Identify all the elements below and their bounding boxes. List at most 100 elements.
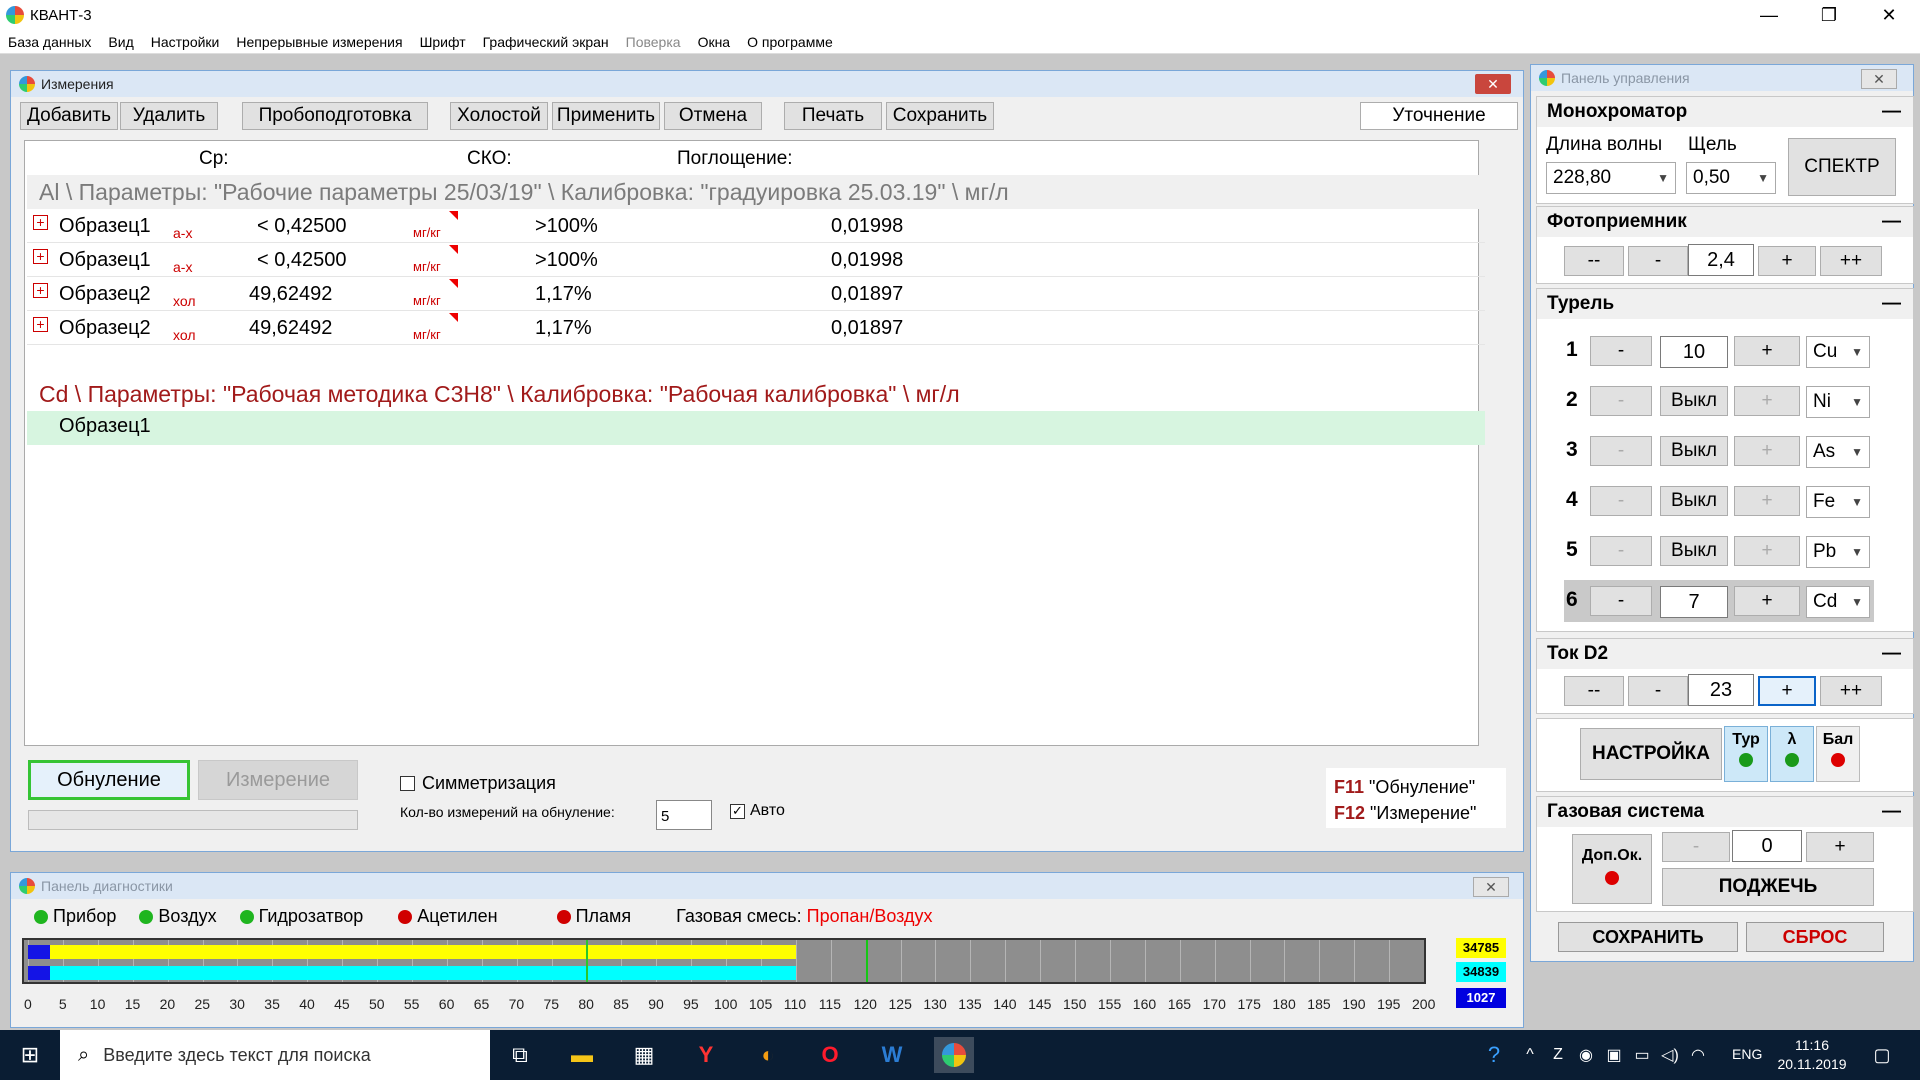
ignite-button[interactable]: ПОДЖЕЧЬ bbox=[1662, 868, 1874, 906]
group-header-cd[interactable]: Cd \ Параметры: "Рабочая методика C3H8" … bbox=[27, 377, 1485, 411]
turret-element-select[interactable]: Cd ▼ bbox=[1806, 586, 1870, 618]
gas-inc-button[interactable]: + bbox=[1806, 832, 1874, 862]
turret-element-select[interactable]: Fe ▼ bbox=[1806, 486, 1870, 518]
photo-value[interactable]: 2,4 bbox=[1688, 244, 1754, 276]
setup-button[interactable]: НАСТРОЙКА bbox=[1580, 728, 1722, 780]
photo-inc2-button[interactable]: ++ bbox=[1820, 246, 1882, 276]
menu-about[interactable]: О программе bbox=[747, 34, 833, 50]
refine-button[interactable]: Уточнение bbox=[1360, 102, 1518, 130]
menu-graphic[interactable]: Графический экран bbox=[483, 34, 609, 50]
menu-database[interactable]: База данных bbox=[8, 34, 91, 50]
expand-icon[interactable]: + bbox=[33, 317, 48, 332]
d2-inc2-button[interactable]: ++ bbox=[1820, 676, 1882, 706]
turret-element-select[interactable]: Pb ▼ bbox=[1806, 536, 1870, 568]
slit-select[interactable]: 0,50 ▼ bbox=[1686, 162, 1776, 194]
turret-off-button[interactable]: Выкл bbox=[1660, 536, 1728, 566]
blank-button[interactable]: Холостой bbox=[450, 102, 548, 130]
notifications-icon[interactable]: ▢ bbox=[1862, 1037, 1902, 1073]
expand-icon[interactable]: + bbox=[33, 283, 48, 298]
d2-dec-button[interactable]: - bbox=[1628, 676, 1688, 706]
expand-icon[interactable]: + bbox=[33, 215, 48, 230]
yandex-browser-icon[interactable]: Y bbox=[686, 1037, 726, 1073]
menu-font[interactable]: Шрифт bbox=[420, 34, 466, 50]
close-icon[interactable]: ✕ bbox=[1866, 0, 1912, 30]
photo-inc-button[interactable]: + bbox=[1758, 246, 1816, 276]
menu-view[interactable]: Вид bbox=[108, 34, 133, 50]
chat-app-icon[interactable]: ◐ bbox=[748, 1037, 788, 1073]
count-input[interactable]: 5 bbox=[656, 800, 712, 830]
collapse-icon[interactable]: — bbox=[1882, 101, 1901, 123]
panel-save-button[interactable]: СОХРАНИТЬ bbox=[1558, 922, 1738, 952]
table-row-selected[interactable]: Образец1 bbox=[27, 411, 1485, 445]
turret-dec-button[interactable]: - bbox=[1590, 586, 1652, 616]
balance-indicator[interactable]: Бал bbox=[1816, 726, 1860, 782]
minimize-icon[interactable]: — bbox=[1746, 0, 1792, 30]
opera-icon[interactable]: O bbox=[810, 1037, 850, 1073]
turret-element-select[interactable]: Cu ▼ bbox=[1806, 336, 1870, 368]
extra-oxidizer-button[interactable]: Доп.Ок. bbox=[1572, 834, 1652, 904]
language-indicator[interactable]: ENG bbox=[1732, 1046, 1762, 1062]
group-header-al[interactable]: Al \ Параметры: "Рабочие параметры 25/03… bbox=[27, 175, 1485, 209]
photo-dec-button[interactable]: - bbox=[1628, 246, 1688, 276]
table-row[interactable]: + Образец2 хол 49,62492 мг/кг 1,17% 0,01… bbox=[27, 311, 1485, 345]
word-icon[interactable]: W bbox=[872, 1037, 912, 1073]
table-row[interactable]: + Образец1 а-х < 0,42500 мг/кг >100% 0,0… bbox=[27, 209, 1485, 243]
file-explorer-icon[interactable]: ▬ bbox=[562, 1037, 602, 1073]
turret-inc-button[interactable]: + bbox=[1734, 586, 1800, 616]
turret-inc-button[interactable]: + bbox=[1734, 336, 1800, 366]
turret-indicator[interactable]: Тур bbox=[1724, 726, 1768, 782]
spectrum-button[interactable]: СПЕКТР bbox=[1788, 138, 1896, 196]
control-close-icon[interactable]: ✕ bbox=[1861, 69, 1897, 89]
sample-prep-button[interactable]: Пробоподготовка bbox=[242, 102, 428, 130]
d2-inc-button[interactable]: + bbox=[1758, 676, 1816, 706]
expand-icon[interactable]: + bbox=[33, 249, 48, 264]
photo-dec2-button[interactable]: -- bbox=[1564, 246, 1624, 276]
chevron-down-icon: ▼ bbox=[1851, 545, 1863, 559]
calculator-icon[interactable]: ▦ bbox=[624, 1037, 664, 1073]
wavelength-indicator[interactable]: λ bbox=[1770, 726, 1814, 782]
d2-dec2-button[interactable]: -- bbox=[1564, 676, 1624, 706]
taskbar-search[interactable]: ⌕ Введите здесь текст для поиска bbox=[60, 1030, 490, 1080]
collapse-icon[interactable]: — bbox=[1882, 293, 1901, 315]
turret-value[interactable]: 10 bbox=[1660, 336, 1728, 368]
maximize-icon[interactable]: ❐ bbox=[1806, 0, 1852, 30]
collapse-icon[interactable]: — bbox=[1882, 643, 1901, 665]
collapse-icon[interactable]: — bbox=[1882, 211, 1901, 233]
print-button[interactable]: Печать bbox=[784, 102, 882, 130]
table-row[interactable]: + Образец1 а-х < 0,42500 мг/кг >100% 0,0… bbox=[27, 243, 1485, 277]
table-row[interactable]: + Образец2 хол 49,62492 мг/кг 1,17% 0,01… bbox=[27, 277, 1485, 311]
turret-dec-button[interactable]: - bbox=[1590, 336, 1652, 366]
menu-settings[interactable]: Настройки bbox=[151, 34, 220, 50]
turret-element-select[interactable]: Ni ▼ bbox=[1806, 386, 1870, 418]
gauge-grid-line bbox=[1424, 940, 1425, 984]
gas-value[interactable]: 0 bbox=[1732, 830, 1802, 862]
auto-checkbox[interactable]: ✓ bbox=[730, 804, 745, 819]
help-icon[interactable]: ? bbox=[1474, 1037, 1514, 1073]
d2-value[interactable]: 23 bbox=[1688, 674, 1754, 706]
sample-avg: 49,62492 bbox=[249, 317, 333, 339]
turret-off-button[interactable]: Выкл bbox=[1660, 486, 1728, 516]
kvant-app-icon[interactable] bbox=[934, 1037, 974, 1073]
turret-off-button[interactable]: Выкл bbox=[1660, 436, 1728, 466]
zero-button[interactable]: Обнуление bbox=[28, 760, 190, 800]
measure-close-icon[interactable]: ✕ bbox=[1475, 74, 1511, 94]
cancel-button[interactable]: Отмена bbox=[664, 102, 762, 130]
clock[interactable]: 11:16 20.11.2019 bbox=[1772, 1036, 1852, 1074]
symmetry-checkbox[interactable] bbox=[400, 776, 415, 791]
turret-element-select[interactable]: As ▼ bbox=[1806, 436, 1870, 468]
windows-start-icon[interactable]: ⊞ bbox=[10, 1037, 50, 1073]
turret-value[interactable]: 7 bbox=[1660, 586, 1728, 618]
wavelength-select[interactable]: 228,80 ▼ bbox=[1546, 162, 1676, 194]
delete-button[interactable]: Удалить bbox=[120, 102, 218, 130]
add-button[interactable]: Добавить bbox=[20, 102, 118, 130]
turret-off-button[interactable]: Выкл bbox=[1660, 386, 1728, 416]
apply-button[interactable]: Применить bbox=[552, 102, 660, 130]
task-view-icon[interactable]: ⧉ bbox=[500, 1037, 540, 1073]
menu-continuous[interactable]: Непрерывные измерения bbox=[236, 34, 402, 50]
wifi-icon[interactable]: ◠ bbox=[1678, 1037, 1718, 1073]
save-button[interactable]: Сохранить bbox=[886, 102, 994, 130]
collapse-icon[interactable]: — bbox=[1882, 801, 1901, 823]
panel-reset-button[interactable]: СБРОС bbox=[1746, 922, 1884, 952]
diag-close-icon[interactable]: ✕ bbox=[1473, 877, 1509, 897]
menu-windows[interactable]: Окна bbox=[698, 34, 731, 50]
